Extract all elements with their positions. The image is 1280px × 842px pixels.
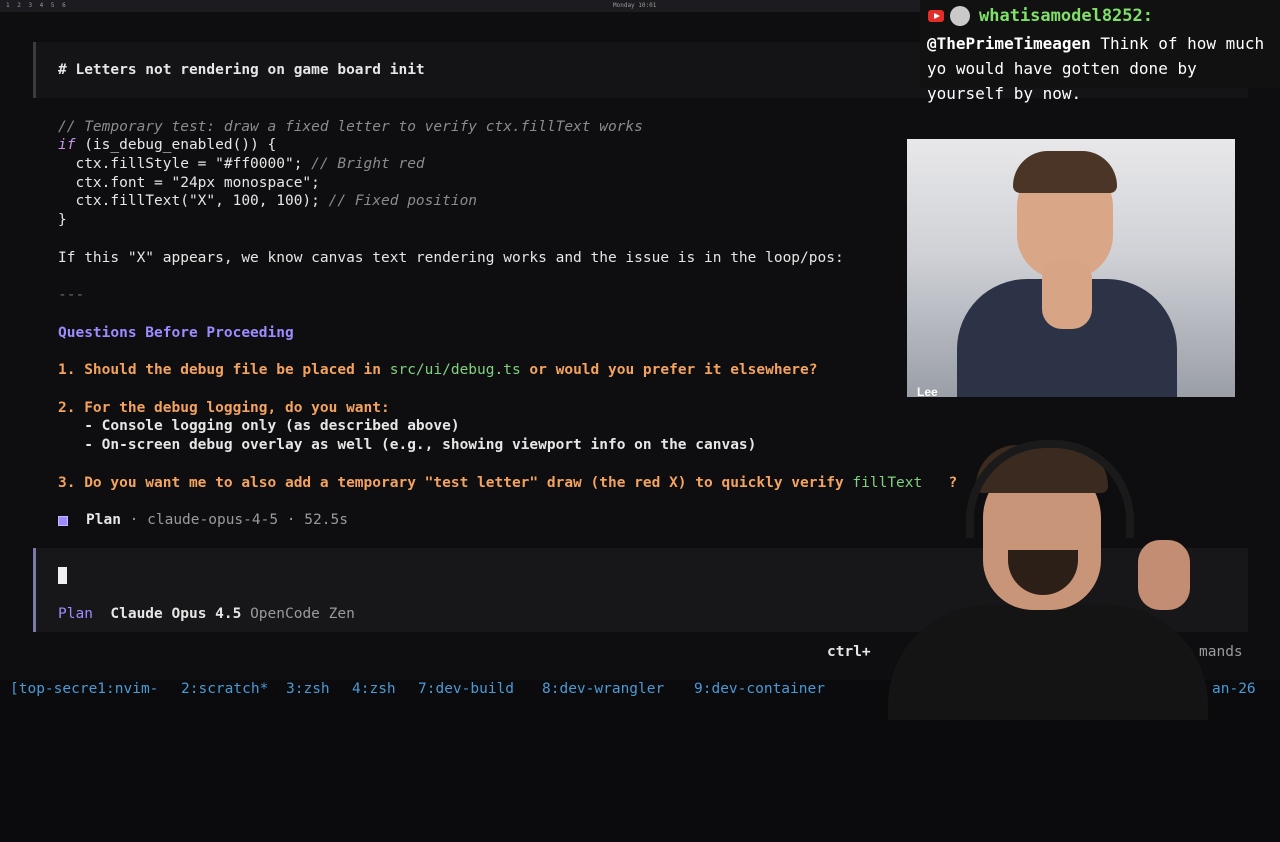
guest-webcam: [907, 139, 1235, 397]
tmux-window-3[interactable]: 3:zsh: [286, 680, 330, 698]
code-fillstyle-comment: // Bright red: [302, 156, 425, 172]
status-sep-2: ·: [278, 512, 305, 528]
tmux-window-9[interactable]: 9:dev-container: [694, 680, 825, 698]
status-mode: Plan: [86, 512, 121, 528]
status-model: claude-opus-4-5: [147, 512, 279, 528]
chat-username: whatisamodel8252:: [979, 6, 1153, 26]
guest-hair: [1013, 151, 1117, 193]
user-avatar: [950, 6, 970, 26]
explanation-text: If this "X" appears, we know canvas text…: [58, 250, 844, 266]
question-1-tail: or would you prefer it elsewhere?: [520, 362, 818, 378]
question-2-option-1: - Console logging only (as described abo…: [58, 418, 460, 434]
code-fillstyle: ctx.fillStyle = "#ff0000";: [58, 156, 303, 172]
host-body: [888, 605, 1208, 720]
issue-heading: # Letters not rendering on game board in…: [58, 62, 425, 78]
question-1-path: src/ui/debug.ts: [389, 362, 521, 378]
code-if-line: if (is_debug_enabled()) {: [58, 136, 276, 154]
code-close-brace: }: [58, 212, 67, 228]
code-filltext-comment: // Fixed position: [319, 193, 478, 209]
question-1: 1. Should the debug file be placed in sr…: [58, 361, 818, 379]
code-comment: // Temporary test: draw a fixed letter t…: [58, 119, 643, 135]
code-fillstyle-line: ctx.fillStyle = "#ff0000"; // Bright red: [58, 155, 425, 173]
host-webcam: [858, 440, 1240, 720]
question-3-text: 3. Do you want me to also add a temporar…: [58, 475, 853, 491]
chat-mention: @ThePrimeTimeagen: [927, 34, 1091, 53]
tmux-window-2[interactable]: 2:scratch*: [181, 680, 268, 698]
question-1-text: 1. Should the debug file be placed in: [58, 362, 390, 378]
workspace-indicators[interactable]: 1 2 3 4 5 6: [6, 0, 68, 12]
status-time: 52.5s: [304, 512, 348, 528]
code-filltext: ctx.fillText("X", 100, 100);: [58, 193, 320, 209]
guest-name-label: Lee: [917, 385, 938, 399]
question-2: 2. For the debug logging, do you want:: [58, 400, 390, 416]
status-sep-1: ·: [120, 512, 148, 528]
questions-heading: Questions Before Proceeding: [58, 325, 294, 341]
horizontal-rule: ---: [58, 287, 85, 303]
chat-message: @ThePrimeTimeagen Think of how much yo w…: [927, 31, 1277, 106]
plan-square-icon: [58, 516, 68, 526]
question-3: 3. Do you want me to also add a temporar…: [58, 474, 957, 492]
question-2-option-2: - On-screen debug overlay as well (e.g.,…: [58, 437, 757, 453]
code-font-line: ctx.font = "24px monospace";: [58, 175, 320, 191]
clock: Monday 10:01: [613, 2, 657, 9]
input-footer: Plan Claude Opus 4.5 OpenCode Zen: [58, 605, 355, 623]
tmux-window-8[interactable]: 8:dev-wrangler: [542, 680, 664, 698]
code-filltext-line: ctx.fillText("X", 100, 100); // Fixed po…: [58, 192, 477, 210]
youtube-icon: [928, 10, 944, 22]
code-if-keyword: if: [58, 137, 76, 153]
footer-provider[interactable]: OpenCode Zen: [250, 606, 355, 622]
footer-mode[interactable]: Plan: [58, 606, 93, 622]
tmux-window-4[interactable]: 4:zsh: [352, 680, 396, 698]
text-cursor: [58, 567, 67, 584]
host-fist: [1138, 540, 1190, 610]
guest-hands: [1042, 259, 1092, 329]
footer-model[interactable]: Claude Opus 4.5: [110, 606, 241, 622]
code-if-condition: (is_debug_enabled()) {: [75, 137, 277, 153]
tmux-window-7[interactable]: 7:dev-build: [418, 680, 514, 698]
status-line: Plan · claude-opus-4-5 · 52.5s: [86, 511, 348, 529]
tmux-window-1[interactable]: [top-secre1:nvim-: [10, 680, 158, 698]
